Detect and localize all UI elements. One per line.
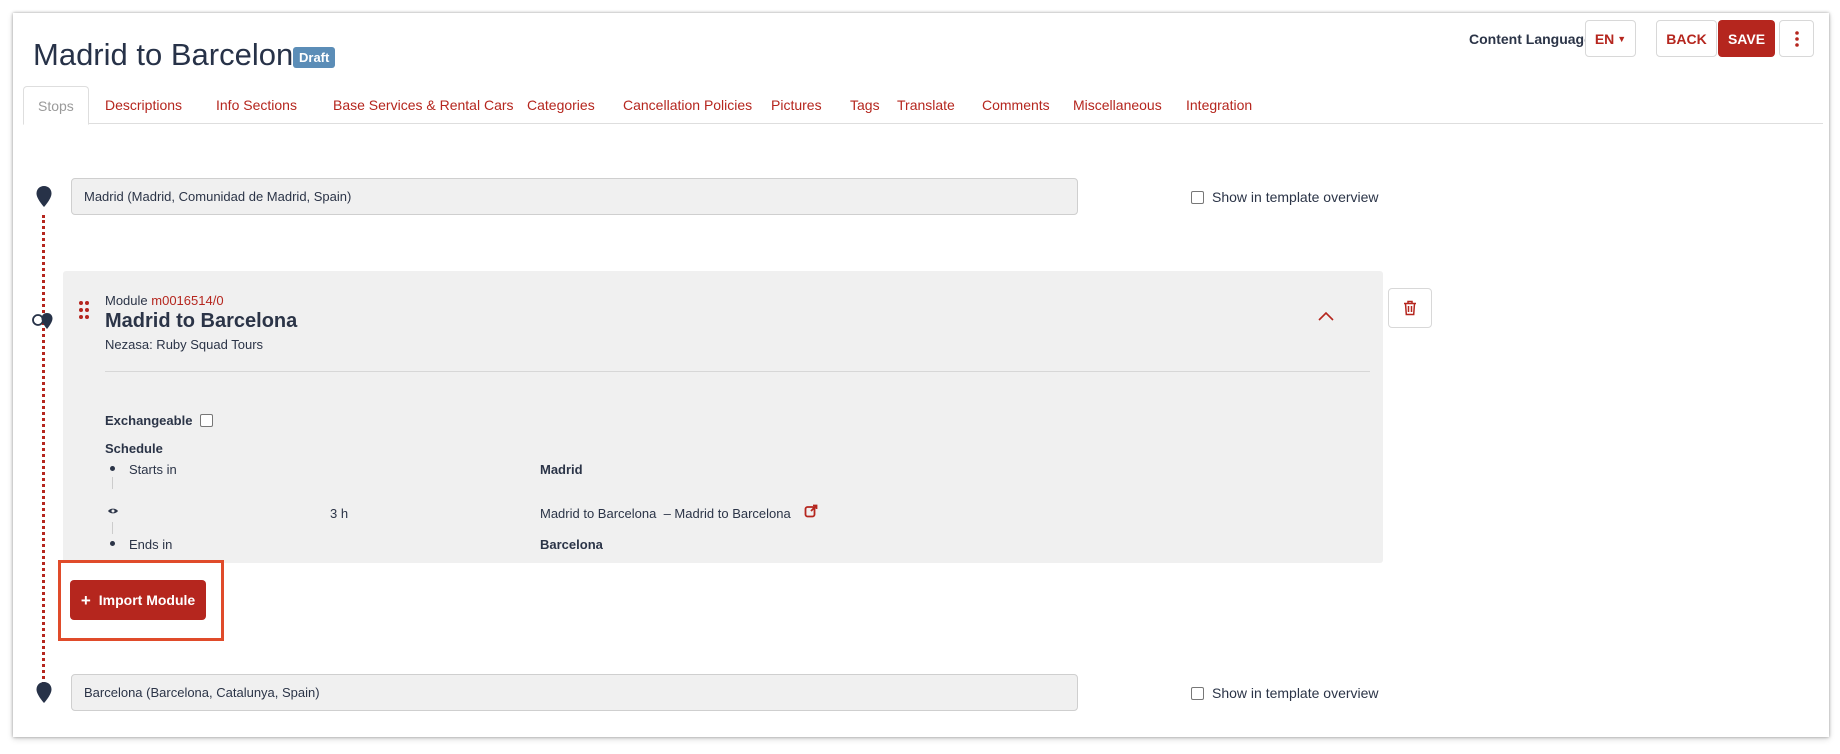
bullet-icon (110, 466, 115, 471)
external-link-icon[interactable] (804, 504, 818, 518)
timeline-line (42, 215, 46, 685)
bullet-icon (110, 541, 115, 546)
end-show-in-overview[interactable]: Show in template overview (1191, 685, 1379, 701)
exchangeable-row: Exchangeable (105, 413, 214, 428)
eye-icon (108, 508, 118, 514)
module-code-link[interactable]: m0016514/0 (151, 293, 223, 308)
content-language-label: Content Language (1469, 31, 1592, 47)
start-show-in-overview[interactable]: Show in template overview (1191, 189, 1379, 205)
back-button[interactable]: BACK (1656, 20, 1717, 57)
starts-in-value: Madrid (540, 462, 583, 477)
save-button[interactable]: SAVE (1718, 20, 1775, 57)
module-divider (105, 371, 1370, 372)
plus-icon: + (80, 590, 91, 610)
tab-bar: Stops Descriptions Info Sections Base Se… (23, 86, 1823, 125)
module-code-line: Module m0016514/0 (105, 293, 224, 308)
caret-down-icon: ▼ (1617, 33, 1627, 44)
import-module-label: Import Module (98, 592, 196, 608)
transfer-name: Madrid to Barcelona – Madrid to Barcelon… (540, 506, 791, 521)
start-stop-field[interactable]: Madrid (Madrid, Comunidad de Madrid, Spa… (71, 178, 1078, 215)
module-pin-icon (32, 313, 53, 329)
tab-pictures[interactable]: Pictures (757, 86, 836, 124)
tab-descriptions[interactable]: Descriptions (91, 86, 196, 124)
kebab-icon (1794, 30, 1799, 47)
delete-module-button[interactable] (1388, 288, 1432, 328)
tab-base-services[interactable]: Base Services & Rental Cars (319, 86, 528, 124)
ends-in-label: Ends in (129, 537, 173, 552)
location-pin-icon (36, 186, 52, 207)
tab-miscellaneous[interactable]: Miscellaneous (1059, 86, 1176, 124)
tab-translate[interactable]: Translate (883, 86, 969, 124)
module-prefix: Module (105, 293, 148, 308)
tab-categories[interactable]: Categories (513, 86, 609, 124)
module-card: Module m0016514/0 Madrid to Barcelona Ne… (63, 271, 1383, 563)
tab-comments[interactable]: Comments (968, 86, 1064, 124)
ends-in-value: Barcelona (540, 537, 603, 552)
starts-in-label: Starts in (129, 462, 177, 477)
exchangeable-checkbox[interactable] (200, 414, 214, 427)
status-badge: Draft (293, 47, 336, 68)
show-in-overview-checkbox[interactable] (1191, 190, 1204, 204)
trash-icon (1404, 300, 1416, 316)
tab-integration[interactable]: Integration (1172, 86, 1266, 124)
main-card: Madrid to Barcelona Draft Content Langua… (13, 13, 1829, 737)
show-in-overview-label: Show in template overview (1212, 189, 1379, 205)
module-provider: Nezasa: Ruby Squad Tours (105, 337, 264, 352)
schedule-label: Schedule (105, 441, 163, 456)
language-dropdown[interactable]: EN ▼ (1585, 20, 1636, 57)
more-options-button[interactable] (1779, 20, 1814, 57)
tab-info-sections[interactable]: Info Sections (202, 86, 311, 124)
exchangeable-label: Exchangeable (105, 413, 193, 428)
tab-cancellation-policies[interactable]: Cancellation Policies (609, 86, 766, 124)
show-in-overview-label: Show in template overview (1212, 685, 1379, 701)
schedule-connector (112, 477, 113, 489)
chevron-up-icon[interactable] (1318, 311, 1334, 321)
schedule-connector (112, 522, 113, 534)
location-pin-icon (36, 682, 52, 703)
language-value: EN (1594, 30, 1615, 47)
drag-handle-icon[interactable] (78, 300, 90, 320)
module-title: Madrid to Barcelona (105, 310, 298, 332)
end-stop-field[interactable]: Barcelona (Barcelona, Catalunya, Spain) (71, 674, 1078, 711)
transfer-duration: 3 h (330, 506, 349, 521)
tab-stops[interactable]: Stops (23, 86, 89, 125)
page-title: Madrid to Barcelona (33, 37, 311, 72)
import-module-button[interactable]: + Import Module (70, 580, 206, 620)
show-in-overview-checkbox[interactable] (1191, 686, 1204, 700)
